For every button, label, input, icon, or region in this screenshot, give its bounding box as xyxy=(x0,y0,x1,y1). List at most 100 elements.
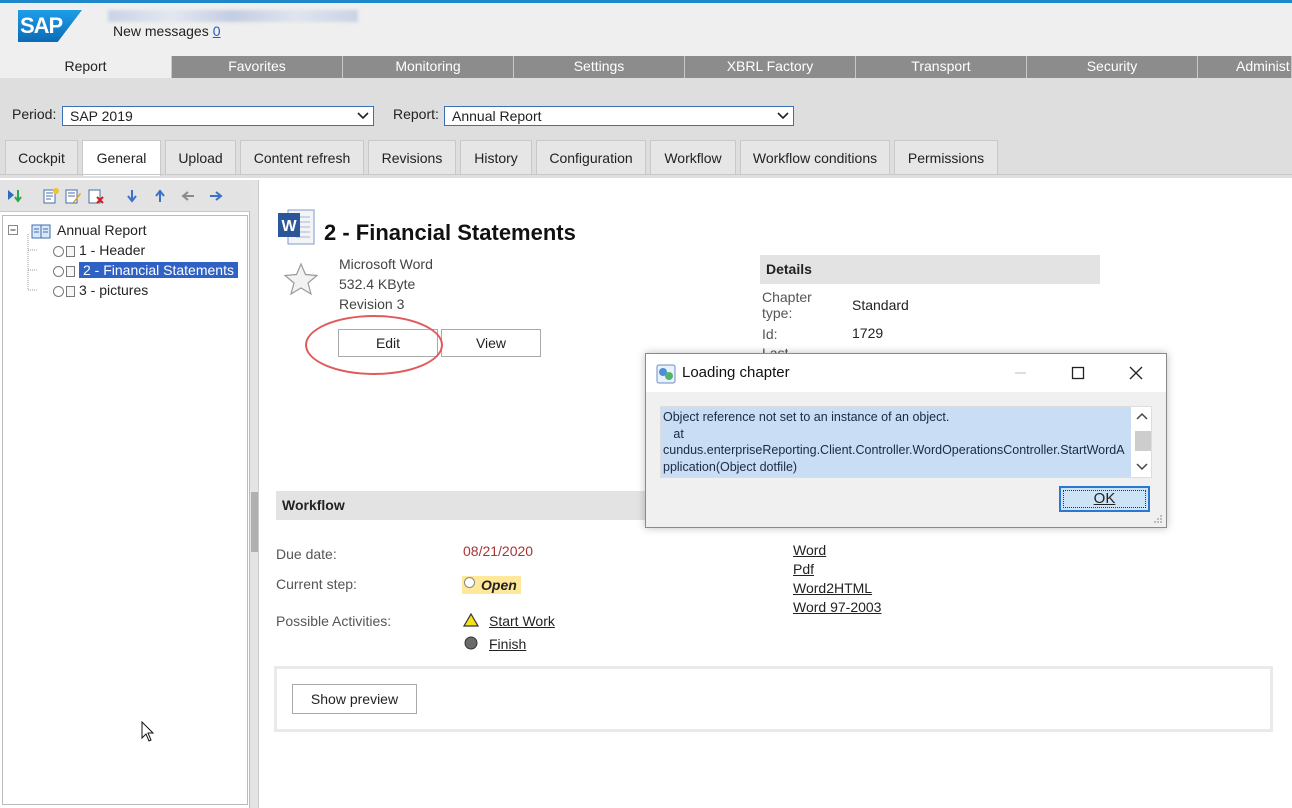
chapter-type-label: Chapter type: xyxy=(762,289,812,321)
topmenu-settings[interactable]: Settings xyxy=(514,56,685,78)
header-accent-line xyxy=(0,0,1292,3)
tab-configuration[interactable]: Configuration xyxy=(536,140,646,174)
tab-permissions[interactable]: Permissions xyxy=(894,140,998,174)
radio-icon xyxy=(53,245,64,257)
tab-history[interactable]: History xyxy=(460,140,532,174)
topmenu-xbrl-factory[interactable]: XBRL Factory xyxy=(685,56,856,78)
minimize-icon xyxy=(1015,372,1026,374)
scroll-down-icon[interactable] xyxy=(1136,463,1148,471)
dialog-scrollbar[interactable] xyxy=(1133,407,1151,477)
tab-workflow[interactable]: Workflow xyxy=(650,140,736,174)
tab-workflow-conditions[interactable]: Workflow conditions xyxy=(740,140,890,174)
status-circle-icon xyxy=(464,577,475,588)
report-label: Report: xyxy=(393,106,439,122)
maximize-icon xyxy=(1071,366,1085,380)
tab-cockpit[interactable]: Cockpit xyxy=(5,140,78,174)
error-line-3: cundus.enterpriseReporting.Client.Contro… xyxy=(663,443,1125,474)
top-menu: Report Favorites Monitoring Settings XBR… xyxy=(0,56,1292,78)
delete-chapter-icon[interactable] xyxy=(87,187,105,205)
page-icon xyxy=(66,245,75,257)
due-date-value: 08/21/2020 xyxy=(463,543,534,559)
close-icon xyxy=(1129,366,1143,380)
finish-link[interactable]: Finish xyxy=(489,636,526,652)
app-window: SAP New messages 0 Report Favorites Monit… xyxy=(0,0,1292,808)
panel-splitter[interactable] xyxy=(250,180,259,808)
show-preview-button[interactable]: Show preview xyxy=(292,684,417,714)
current-step-label: Current step: xyxy=(276,576,357,592)
finish-circle-icon xyxy=(464,636,478,650)
topmenu-administration[interactable]: Administ xyxy=(1198,56,1292,78)
arrow-left-icon[interactable] xyxy=(179,187,197,205)
edit-chapter-icon[interactable] xyxy=(64,187,82,205)
topmenu-transport[interactable]: Transport xyxy=(856,56,1027,78)
page-icon xyxy=(66,265,75,277)
book-icon xyxy=(31,224,51,239)
new-messages-count-link[interactable]: 0 xyxy=(213,23,221,39)
document-revision: Revision 3 xyxy=(339,296,405,312)
tab-general[interactable]: General xyxy=(82,140,161,176)
activity-start-work: Start Work xyxy=(463,613,555,629)
header: SAP New messages 0 xyxy=(0,0,1292,56)
dialog-titlebar[interactable]: Loading chapter xyxy=(646,354,1166,392)
tree-item-header[interactable]: 1 - Header xyxy=(53,241,145,259)
annotation-circle xyxy=(305,315,443,375)
error-line-1: Object reference not set to an instance … xyxy=(663,410,950,424)
dialog-title: Loading chapter xyxy=(682,364,790,381)
document-size: 532.4 KByte xyxy=(339,276,416,292)
preview-container: Show preview xyxy=(274,666,1273,732)
resize-grip-icon[interactable] xyxy=(1153,514,1163,524)
possible-activities-label: Possible Activities: xyxy=(276,613,392,629)
topmenu-favorites[interactable]: Favorites xyxy=(172,56,343,78)
tab-revisions[interactable]: Revisions xyxy=(368,140,456,174)
chevron-down-icon xyxy=(357,112,369,120)
start-work-link[interactable]: Start Work xyxy=(489,613,555,629)
sap-logo: SAP xyxy=(18,10,82,42)
expand-down-icon[interactable] xyxy=(6,187,24,205)
tab-divider xyxy=(0,174,1292,175)
scrollbar-thumb[interactable] xyxy=(1135,431,1151,451)
tab-upload[interactable]: Upload xyxy=(165,140,236,174)
svg-text:W: W xyxy=(281,218,297,235)
mouse-cursor-icon xyxy=(141,721,155,742)
report-select[interactable]: Annual Report xyxy=(444,106,794,126)
radio-icon xyxy=(53,285,64,297)
tree-item-pictures[interactable]: 3 - pictures xyxy=(53,281,148,299)
current-step-status: Open xyxy=(462,576,521,594)
favorite-star-icon[interactable] xyxy=(283,262,319,296)
tree-root-label: Annual Report xyxy=(57,222,147,238)
scroll-up-icon[interactable] xyxy=(1136,412,1148,420)
topmenu-report[interactable]: Report xyxy=(0,56,172,78)
warning-triangle-icon xyxy=(463,613,479,627)
close-button[interactable] xyxy=(1114,360,1158,386)
chapter-type-value: Standard xyxy=(852,297,909,313)
current-step-value: Open xyxy=(481,577,517,593)
ok-button[interactable]: OK xyxy=(1059,486,1150,512)
tab-content-refresh[interactable]: Content refresh xyxy=(240,140,364,174)
user-info-blurred xyxy=(108,10,358,22)
due-date-label: Due date: xyxy=(276,546,337,562)
arrow-up-icon[interactable] xyxy=(151,187,169,205)
tree-item-label: 3 - pictures xyxy=(79,282,149,298)
view-button[interactable]: View xyxy=(441,329,541,357)
dialog-message-box[interactable]: Object reference not set to an instance … xyxy=(660,406,1152,478)
tree-root[interactable]: Annual Report xyxy=(31,221,147,239)
topmenu-monitoring[interactable]: Monitoring xyxy=(343,56,514,78)
dialog-message: Object reference not set to an instance … xyxy=(661,407,1131,477)
tree-item-label: 1 - Header xyxy=(79,242,146,258)
minimize-button[interactable] xyxy=(998,360,1042,386)
download-pdf-link[interactable]: Pdf xyxy=(793,561,814,577)
download-word-link[interactable]: Word xyxy=(793,542,826,558)
maximize-button[interactable] xyxy=(1056,360,1100,386)
arrow-down-icon[interactable] xyxy=(123,187,141,205)
tree-item-financial-statements[interactable]: 2 - Financial Statements xyxy=(53,261,238,279)
arrow-right-icon[interactable] xyxy=(207,187,225,205)
period-select[interactable]: SAP 2019 xyxy=(62,106,374,126)
splitter-grip[interactable] xyxy=(251,492,258,552)
new-messages: New messages 0 xyxy=(113,23,221,39)
topmenu-security[interactable]: Security xyxy=(1027,56,1198,78)
download-word97-link[interactable]: Word 97-2003 xyxy=(793,599,881,615)
radio-icon xyxy=(53,265,64,277)
tree-toolbar xyxy=(0,180,250,212)
download-word2html-link[interactable]: Word2HTML xyxy=(793,580,872,596)
new-chapter-icon[interactable] xyxy=(42,187,60,205)
